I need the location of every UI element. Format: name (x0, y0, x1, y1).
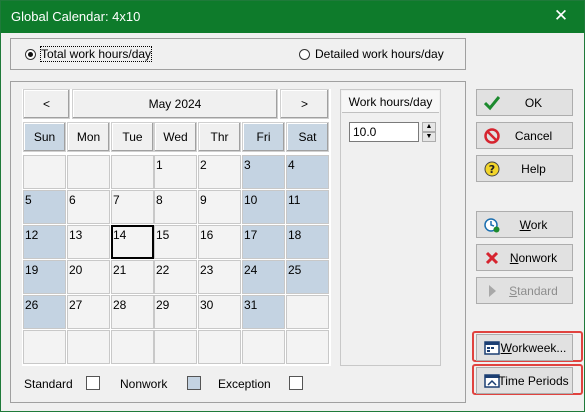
day-cell-14[interactable]: 14 (111, 225, 154, 259)
day-header-fri: Fri (242, 122, 285, 152)
day-header-wed: Wed (154, 122, 197, 152)
empty-day-cell (111, 330, 154, 364)
empty-day-cell (242, 330, 285, 364)
day-cell-15[interactable]: 15 (154, 225, 197, 259)
help-button[interactable]: ? Help (476, 155, 573, 182)
day-cell-20[interactable]: 20 (67, 260, 110, 294)
day-cell-29[interactable]: 29 (154, 295, 197, 329)
empty-day-cell (67, 330, 110, 364)
standard-label: Standard (509, 284, 558, 298)
empty-day-cell (154, 330, 197, 364)
day-cell-1[interactable]: 1 (154, 155, 197, 189)
work-hours-input[interactable] (349, 122, 419, 142)
cancel-label: Cancel (514, 129, 553, 143)
ok-label: OK (524, 96, 543, 110)
day-cell-2[interactable]: 2 (198, 155, 241, 189)
day-cell-16[interactable]: 16 (198, 225, 241, 259)
day-cell-5[interactable]: 5 (23, 190, 66, 224)
empty-day-cell (111, 155, 154, 189)
legend-exception-swatch (289, 376, 303, 390)
close-button[interactable]: ✕ (538, 1, 584, 33)
legend-standard-label: Standard (24, 377, 73, 391)
spin-up-icon[interactable]: ▲ (422, 122, 436, 132)
day-header-thr: Thr (198, 122, 241, 152)
global-calendar-dialog: Global Calendar: 4x10 ✕ Total work hours… (0, 0, 585, 412)
day-header-sun: Sun (23, 122, 66, 152)
day-cell-30[interactable]: 30 (198, 295, 241, 329)
workweek-button[interactable]: Workweek... (476, 334, 573, 361)
mode-selector: Total work hours/day Detailed work hours… (10, 38, 466, 70)
day-cell-7[interactable]: 7 (111, 190, 154, 224)
next-month-button[interactable]: > (280, 89, 329, 119)
legend-nonwork-swatch (187, 376, 201, 390)
radio-unselected-icon (299, 48, 310, 60)
legend-exception-label: Exception (218, 377, 271, 391)
day-cell-13[interactable]: 13 (67, 225, 110, 259)
radio-detailed-work-hours[interactable]: Detailed work hours/day (299, 47, 444, 61)
day-cell-25[interactable]: 25 (286, 260, 329, 294)
day-cell-9[interactable]: 9 (198, 190, 241, 224)
day-cell-19[interactable]: 19 (23, 260, 66, 294)
day-cell-27[interactable]: 27 (67, 295, 110, 329)
empty-day-cell (23, 155, 66, 189)
day-cell-18[interactable]: 18 (286, 225, 329, 259)
title-bar: Global Calendar: 4x10 ✕ (1, 1, 584, 33)
day-cell-17[interactable]: 17 (242, 225, 285, 259)
day-cell-3[interactable]: 3 (242, 155, 285, 189)
day-header-mon: Mon (67, 122, 110, 152)
radio-total-work-hours[interactable]: Total work hours/day (25, 46, 153, 62)
window-title: Global Calendar: 4x10 (11, 9, 141, 24)
work-hours-panel: Work hours/day ▲ ▼ (340, 89, 441, 366)
day-header-tue: Tue (111, 122, 154, 152)
cancel-button[interactable]: Cancel (476, 122, 573, 149)
empty-day-cell (286, 295, 329, 329)
day-cell-26[interactable]: 26 (23, 295, 66, 329)
empty-day-cell (286, 330, 329, 364)
day-cell-21[interactable]: 21 (111, 260, 154, 294)
day-cell-24[interactable]: 24 (242, 260, 285, 294)
empty-day-cell (67, 155, 110, 189)
day-cell-11[interactable]: 11 (286, 190, 329, 224)
time-periods-label: Time Periods (498, 374, 569, 388)
work-hours-header: Work hours/day (342, 91, 439, 113)
radio-detailed-label: Detailed work hours/day (315, 47, 444, 61)
nonwork-label: Nonwork (509, 251, 558, 265)
day-cell-12[interactable]: 12 (23, 225, 66, 259)
month-title: May 2024 (72, 89, 278, 119)
day-cell-28[interactable]: 28 (111, 295, 154, 329)
day-cell-8[interactable]: 8 (154, 190, 197, 224)
day-header-sat: Sat (286, 122, 329, 152)
help-label: Help (521, 162, 546, 176)
legend-nonwork-label: Nonwork (120, 377, 168, 391)
month-calendar: < May 2024 > Sun Mon Tue Wed Thr Fri Sat 12345… (22, 89, 331, 366)
radio-total-label: Total work hours/day (39, 46, 153, 62)
day-cell-31[interactable]: 31 (242, 295, 285, 329)
day-cell-22[interactable]: 22 (154, 260, 197, 294)
empty-day-cell (198, 330, 241, 364)
work-button[interactable]: Work (476, 211, 573, 238)
work-label: Work (519, 218, 548, 232)
empty-day-cell (23, 330, 66, 364)
day-cell-4[interactable]: 4 (286, 155, 329, 189)
standard-button[interactable]: Standard (476, 277, 573, 304)
spin-down-icon[interactable]: ▼ (422, 132, 436, 142)
day-cell-6[interactable]: 6 (67, 190, 110, 224)
legend-standard-swatch (86, 376, 100, 390)
day-cell-23[interactable]: 23 (198, 260, 241, 294)
ok-button[interactable]: OK (476, 89, 573, 116)
workweek-label: Workweek... (500, 341, 567, 355)
prev-month-button[interactable]: < (23, 89, 70, 119)
time-periods-button[interactable]: Time Periods (476, 367, 573, 394)
nonwork-button[interactable]: Nonwork (476, 244, 573, 271)
radio-selected-icon (25, 48, 36, 60)
day-cell-10[interactable]: 10 (242, 190, 285, 224)
